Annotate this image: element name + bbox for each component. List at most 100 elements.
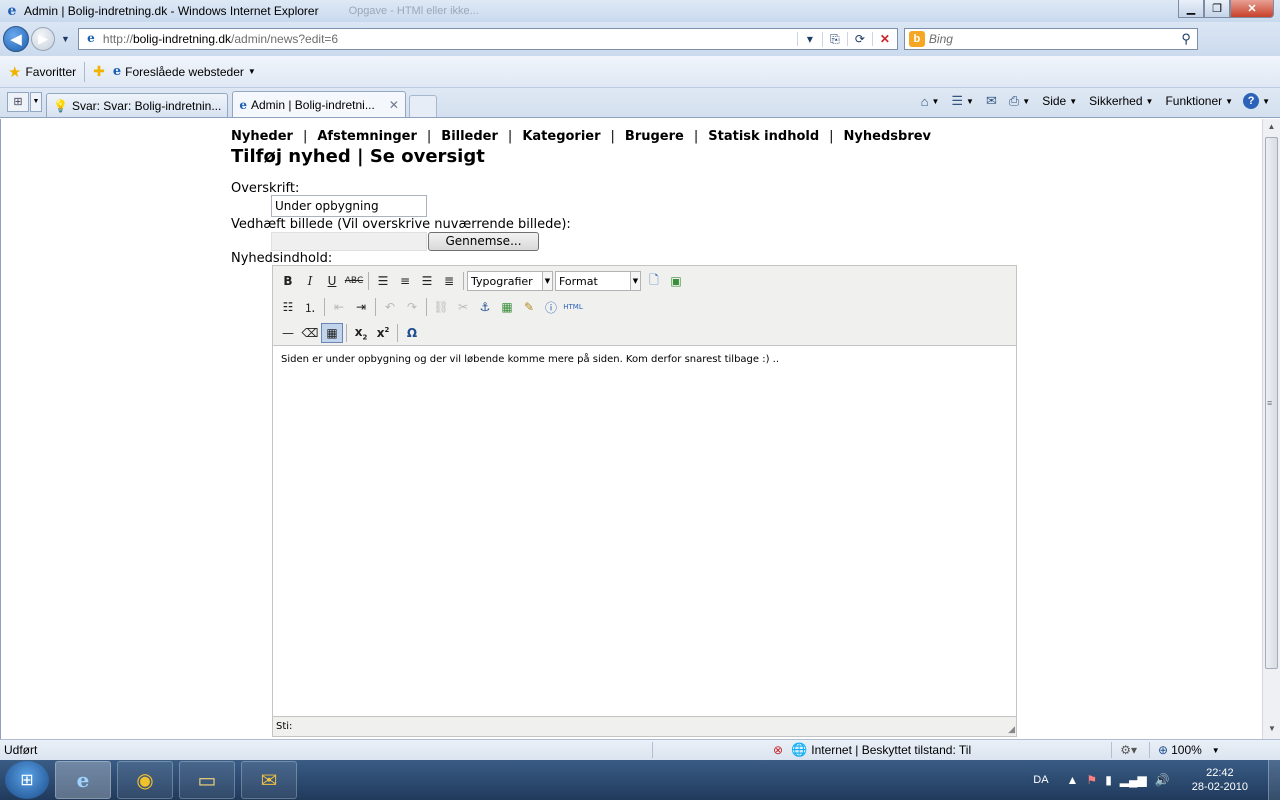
popup-blocked-icon[interactable]: ⊗ (773, 743, 783, 757)
redo-icon[interactable]: ↷ (401, 297, 423, 317)
format-select[interactable]: Format ▼ (555, 271, 641, 291)
help-editor-icon[interactable]: ⓘ (540, 297, 562, 317)
refresh-icon[interactable]: ⟳ (846, 32, 872, 46)
home-dropdown-icon[interactable]: ▼ (931, 97, 939, 106)
stop-icon[interactable]: ✕ (871, 32, 897, 46)
superscript-button[interactable]: x2 (372, 323, 394, 343)
bold-button[interactable]: B (277, 271, 299, 291)
address-dropdown-icon[interactable]: ▾ (796, 32, 822, 46)
protected-mode-icon[interactable]: ⚙▾ (1120, 743, 1137, 757)
help-icon[interactable]: ? (1243, 93, 1260, 109)
show-desktop-button[interactable] (1268, 760, 1280, 800)
scroll-down-icon[interactable]: ▼ (1263, 721, 1280, 737)
nav-statisk-indhold[interactable]: Statisk indhold (708, 129, 819, 144)
insert-page-icon[interactable]: 🗋 (643, 271, 665, 291)
align-left-icon[interactable]: ☰ (372, 271, 394, 291)
nav-billeder[interactable]: Billeder (441, 129, 498, 144)
headline-input[interactable]: Under opbygning (271, 195, 427, 217)
tab-list-dropdown-icon[interactable]: ▼ (30, 92, 42, 112)
safety-menu[interactable]: Sikkerhed (1089, 94, 1142, 108)
link-icon[interactable]: ⛓ (430, 297, 452, 317)
taskbar-chrome-icon[interactable]: ◉ (117, 761, 173, 799)
indent-icon[interactable]: ⇥ (350, 297, 372, 317)
strikethrough-button[interactable]: ABC (343, 271, 365, 291)
editor-content-area[interactable]: Siden er under opbygning og der vil løbe… (273, 346, 1016, 716)
safety-menu-dropdown-icon[interactable]: ▼ (1146, 97, 1154, 106)
resize-handle-icon[interactable]: ◢ (1008, 724, 1015, 735)
remove-format-icon[interactable]: ⌫ (299, 323, 321, 343)
numbered-list-icon[interactable]: ⒈ (299, 297, 321, 317)
add-to-favorites-icon[interactable]: ✚ (93, 63, 105, 80)
clock[interactable]: 22:42 28-02-2010 (1192, 766, 1248, 794)
close-tab-icon[interactable]: ✕ (389, 98, 399, 112)
search-input[interactable]: Bing (929, 32, 953, 46)
suggested-sites-link[interactable]: Foreslåede websteder (125, 65, 244, 79)
quick-tabs-icon[interactable]: ⊞ (7, 92, 29, 112)
insert-image-plus-icon[interactable]: ▣ (665, 271, 687, 291)
feeds-icon[interactable]: ☰ (951, 93, 963, 109)
page-menu-dropdown-icon[interactable]: ▼ (1069, 97, 1077, 106)
help-dropdown-icon[interactable]: ▼ (1262, 97, 1270, 106)
suggested-sites-dropdown-icon[interactable]: ▼ (248, 67, 256, 76)
image-icon[interactable]: ▦ (496, 297, 518, 317)
security-zone-text[interactable]: Internet | Beskyttet tilstand: Til (811, 743, 1011, 757)
address-bar[interactable]: e http://bolig-indretning.dk/admin/news?… (77, 28, 898, 50)
nav-nyheder[interactable]: Nyheder (231, 129, 293, 144)
bullet-list-icon[interactable]: ☷ (277, 297, 299, 317)
anchor-icon[interactable]: ⚓ (474, 297, 496, 317)
visual-aid-icon[interactable]: ▦ (321, 323, 343, 343)
special-character-icon[interactable]: Ω (401, 323, 423, 343)
close-window-button[interactable]: ✕ (1230, 0, 1274, 18)
taskbar-mail-icon[interactable]: ✉ (241, 761, 297, 799)
tools-menu[interactable]: Funktioner (1165, 94, 1222, 108)
align-center-icon[interactable]: ≡ (394, 271, 416, 291)
file-path-input[interactable] (271, 232, 427, 251)
search-box[interactable]: b Bing ⚲ (903, 28, 1198, 50)
outdent-icon[interactable]: ⇤ (328, 297, 350, 317)
compatibility-view-icon[interactable]: ⎘ (821, 31, 847, 47)
nav-kategorier[interactable]: Kategorier (522, 129, 600, 144)
align-justify-icon[interactable]: ≣ (438, 271, 460, 291)
search-icon[interactable]: ⚲ (1181, 31, 1191, 47)
align-right-icon[interactable]: ☰ (416, 271, 438, 291)
print-dropdown-icon[interactable]: ▼ (1022, 97, 1030, 106)
network-icon[interactable]: ▂▄▆ (1120, 773, 1147, 787)
new-tab-button[interactable] (408, 95, 437, 117)
tab-admin[interactable]: e Admin | Bolig-indretni... ✕ (232, 91, 406, 117)
history-dropdown-icon[interactable]: ▼ (61, 34, 70, 44)
italic-button[interactable]: I (299, 271, 321, 291)
zoom-icon[interactable]: ⊕ (1158, 743, 1168, 757)
favorites-star-icon[interactable]: ★ (8, 63, 21, 81)
browse-button[interactable]: Gennemse... (428, 232, 539, 251)
styles-select[interactable]: Typografier ▼ (467, 271, 553, 291)
favorites-button[interactable]: Favoritter (25, 65, 76, 79)
forward-button[interactable]: ▶ (31, 27, 55, 51)
tab-svar[interactable]: 💡 Svar: Svar: Bolig-indretnin... (46, 93, 229, 117)
home-icon[interactable]: ⌂ (921, 94, 929, 109)
mail-icon[interactable]: ✉ (986, 93, 997, 109)
page-menu[interactable]: Side (1042, 94, 1066, 108)
unlink-icon[interactable]: ✂ (452, 297, 474, 317)
taskbar-explorer-icon[interactable]: ▭ (179, 761, 235, 799)
vertical-scrollbar[interactable]: ▲ ≡ ▼ (1262, 119, 1280, 739)
nav-nyhedsbrev[interactable]: Nyhedsbrev (844, 129, 931, 144)
cleanup-icon[interactable]: ✎ (518, 297, 540, 317)
undo-icon[interactable]: ↶ (379, 297, 401, 317)
language-indicator[interactable]: DA (1033, 774, 1048, 786)
minimize-button[interactable]: ▁ (1178, 0, 1204, 18)
power-icon[interactable]: ▮ (1105, 773, 1112, 787)
feeds-dropdown-icon[interactable]: ▼ (966, 97, 974, 106)
print-icon[interactable]: ⎙ (1009, 93, 1019, 109)
zoom-dropdown-icon[interactable]: ▼ (1212, 746, 1220, 755)
maximize-button[interactable]: ❐ (1204, 0, 1230, 18)
subscript-button[interactable]: x2 (350, 323, 372, 343)
nav-brugere[interactable]: Brugere (625, 129, 684, 144)
volume-icon[interactable]: 🔊 (1155, 773, 1170, 787)
horizontal-rule-icon[interactable]: — (277, 323, 299, 343)
back-button[interactable]: ◀ (3, 26, 29, 52)
start-button[interactable]: ⊞ (5, 761, 49, 799)
tools-menu-dropdown-icon[interactable]: ▼ (1225, 97, 1233, 106)
zoom-level[interactable]: 100% (1171, 743, 1202, 757)
html-source-button[interactable]: HTML (562, 297, 584, 317)
taskbar-ie-icon[interactable]: e (55, 761, 111, 799)
